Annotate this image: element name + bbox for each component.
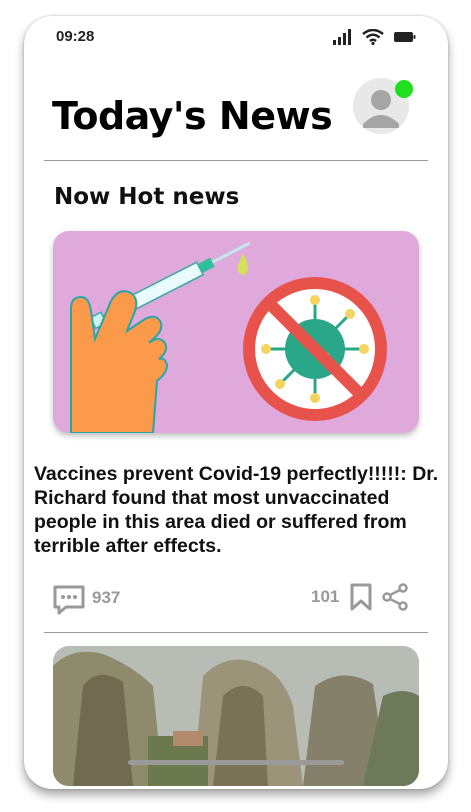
article-headline[interactable]: Vaccines prevent Covid-19 perfectly!!!!!… (34, 462, 444, 558)
comment-count: 937 (92, 588, 121, 607)
next-article-image[interactable] (53, 646, 419, 786)
header-divider (44, 160, 428, 161)
status-bar: 09:28 (24, 16, 448, 60)
page-title: Today's News (52, 94, 333, 138)
home-indicator[interactable] (128, 760, 344, 765)
article-hero-image[interactable] (53, 231, 419, 433)
comment-icon[interactable] (52, 584, 86, 616)
wifi-icon (362, 29, 384, 45)
status-time: 09:28 (56, 28, 95, 45)
signal-icon (333, 29, 351, 45)
vaccine-illustration (70, 241, 387, 433)
battery-icon (394, 32, 416, 42)
phone-frame: 09:28 Today's News Now Hot news Vaccines… (24, 16, 448, 789)
save-count: 101 (311, 587, 340, 606)
bookmark-icon[interactable] (350, 583, 372, 611)
section-title: Now Hot news (54, 184, 240, 210)
status-icons (332, 29, 416, 45)
article-stats: 937 101 (24, 580, 448, 620)
share-icon[interactable] (381, 583, 409, 611)
online-status-dot (395, 80, 413, 98)
article-divider (44, 632, 428, 633)
rock-landscape-image (53, 646, 419, 786)
